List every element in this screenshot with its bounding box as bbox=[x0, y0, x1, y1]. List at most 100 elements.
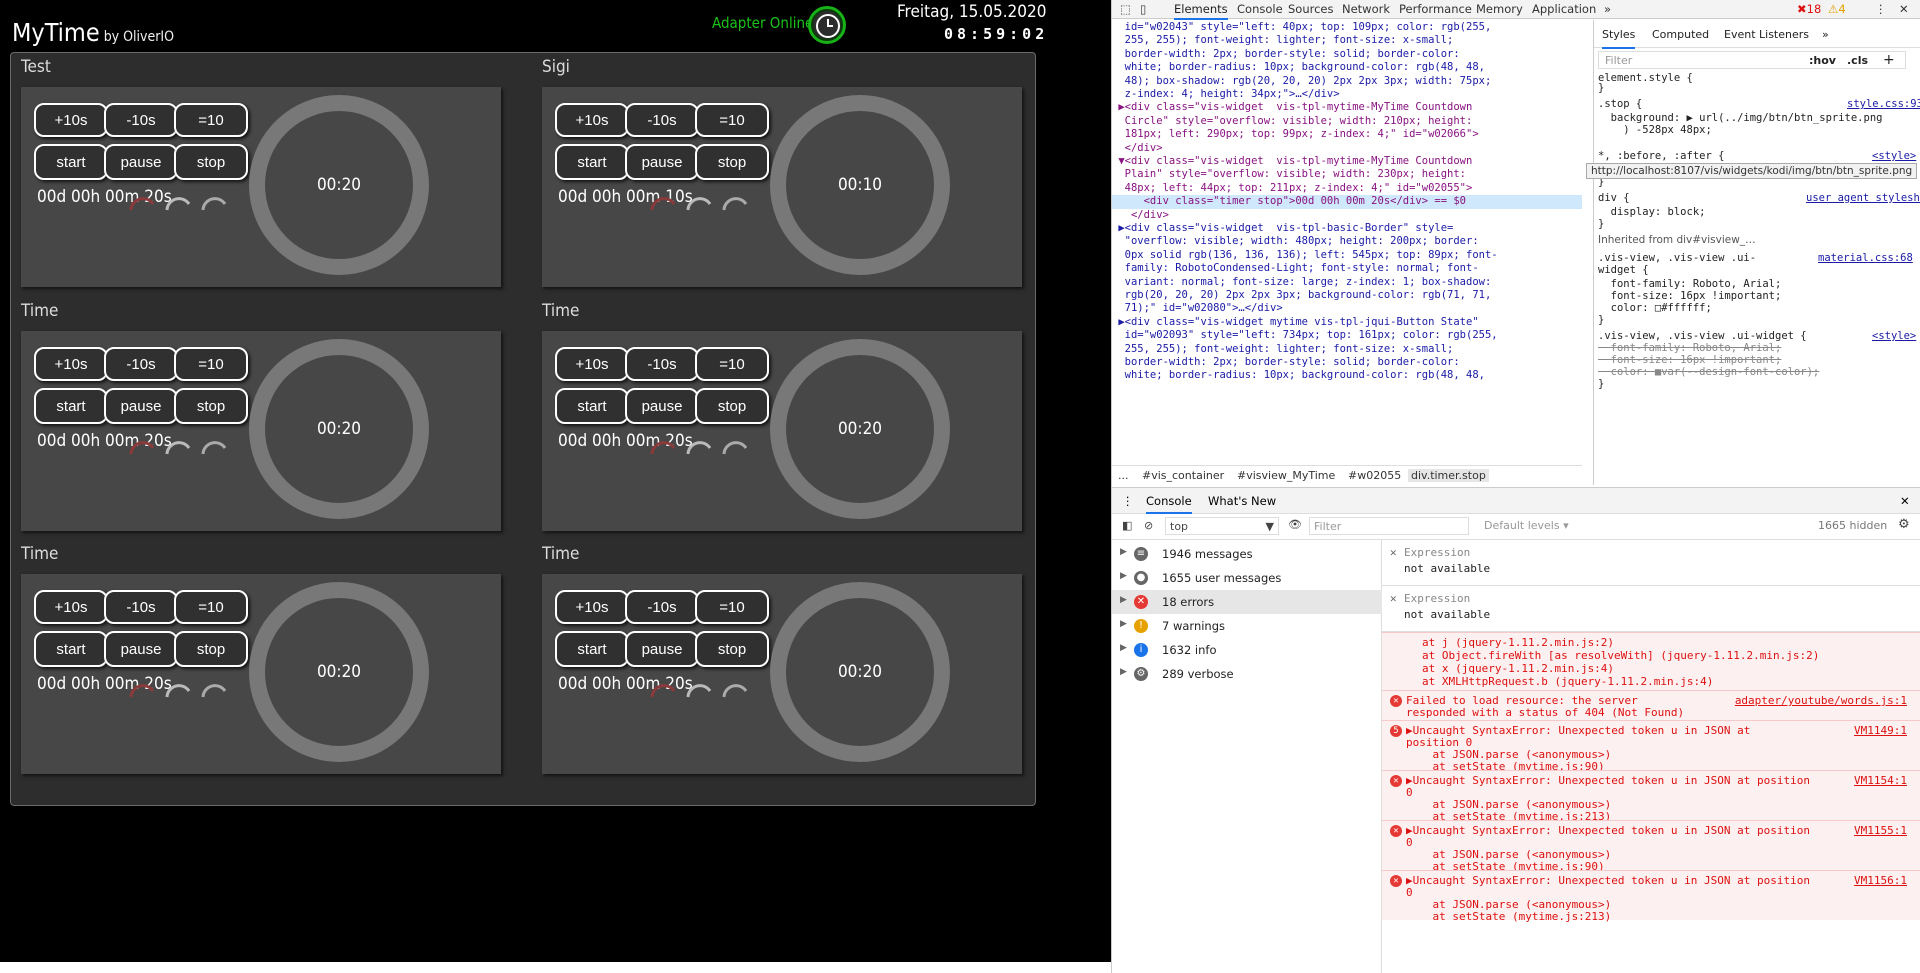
dom-node-line[interactable]: 71);" id="w02080">…</div> bbox=[1112, 302, 1582, 315]
device-toggle-icon[interactable]: ▯ bbox=[1140, 2, 1146, 16]
dom-node-line[interactable]: id="w02043" style="left: 40px; top: 109p… bbox=[1112, 21, 1582, 34]
dom-node-line[interactable]: "overflow: visible; width: 480px; height… bbox=[1112, 235, 1582, 248]
btn-plus10s[interactable]: +10s bbox=[555, 347, 629, 381]
dom-node-line[interactable]: variant: normal; font-size: large; z-ind… bbox=[1112, 276, 1582, 289]
btn-set10[interactable]: =10 bbox=[695, 103, 769, 137]
error-source-link[interactable]: VM1149:1 bbox=[1854, 724, 1907, 737]
eye-icon[interactable]: 👁 bbox=[1288, 518, 1302, 531]
btn-plus10s[interactable]: +10s bbox=[34, 347, 108, 381]
tab-performance[interactable]: Performance bbox=[1399, 2, 1472, 16]
error-source-link[interactable]: VM1154:1 bbox=[1854, 774, 1907, 787]
stop-button[interactable]: stop bbox=[174, 144, 248, 180]
clock-icon[interactable] bbox=[808, 6, 846, 44]
expand-arrow-icon[interactable]: ▶ bbox=[1120, 667, 1127, 677]
pause-button[interactable]: pause bbox=[104, 631, 178, 667]
btn-minus10s[interactable]: -10s bbox=[104, 590, 178, 624]
dom-node-line[interactable]: 0px solid rgb(136, 136, 136); left: 545p… bbox=[1112, 249, 1582, 262]
remove-expression-icon[interactable]: ✕ bbox=[1390, 546, 1397, 559]
stop-button[interactable]: stop bbox=[695, 388, 769, 424]
start-button[interactable]: start bbox=[34, 144, 108, 180]
breadcrumb-item-selected[interactable]: div.timer.stop bbox=[1408, 469, 1489, 482]
dom-node-line[interactable]: ▶<div class="vis-widget vis-tpl-basic-Bo… bbox=[1112, 222, 1582, 235]
tab-computed[interactable]: Computed bbox=[1652, 28, 1709, 41]
tab-sources[interactable]: Sources bbox=[1288, 2, 1334, 16]
breadcrumb-item[interactable]: ... bbox=[1118, 469, 1129, 482]
add-rule-icon[interactable]: + bbox=[1883, 52, 1895, 68]
console-filter-error[interactable]: ▶ ✕ 18 errors bbox=[1112, 590, 1382, 614]
dom-node-line[interactable]: </div> bbox=[1112, 209, 1582, 222]
style-source-link[interactable]: style.css:93 bbox=[1847, 98, 1920, 110]
breadcrumb-item[interactable]: #vis_container bbox=[1142, 469, 1224, 482]
stack-line[interactable]: at XMLHttpRequest.b (jquery-1.11.2.min.j… bbox=[1422, 675, 1713, 688]
style-source-link[interactable]: <style> bbox=[1872, 330, 1916, 342]
dom-node-line[interactable]: Plain" style="overflow: visible; width: … bbox=[1112, 168, 1582, 181]
drawer-menu-icon[interactable]: ⋮ bbox=[1122, 494, 1134, 508]
console-filter-info[interactable]: ▶ i 1632 info bbox=[1112, 638, 1382, 662]
cls-toggle[interactable]: .cls bbox=[1847, 54, 1868, 67]
btn-plus10s[interactable]: +10s bbox=[34, 103, 108, 137]
dom-node-line[interactable]: 255, 255); font-weight: lighter; font-si… bbox=[1112, 343, 1582, 356]
elements-tree[interactable]: id="w02043" style="left: 40px; top: 109p… bbox=[1112, 20, 1582, 465]
dom-node-line[interactable]: <div class="timer stop">00d 00h 00m 20s<… bbox=[1112, 195, 1582, 209]
expand-arrow-icon[interactable]: ▶ bbox=[1120, 571, 1127, 581]
error-source-link[interactable]: VM1156:1 bbox=[1854, 874, 1907, 887]
remove-expression-icon[interactable]: ✕ bbox=[1390, 592, 1397, 605]
console-filter-verbose[interactable]: ▶ ⚙ 289 verbose bbox=[1112, 662, 1382, 686]
dom-node-line[interactable]: rgb(20, 20, 20) 2px 2px 3px; background-… bbox=[1112, 289, 1582, 302]
dom-node-line[interactable]: 255, 255); font-weight: lighter; font-si… bbox=[1112, 34, 1582, 47]
btn-set10[interactable]: =10 bbox=[174, 590, 248, 624]
tab-elements[interactable]: Elements bbox=[1174, 2, 1228, 20]
dom-node-line[interactable]: z-index: 4; height: 34px;">…</div> bbox=[1112, 88, 1582, 101]
dom-node-line[interactable]: </div> bbox=[1112, 142, 1582, 155]
start-button[interactable]: start bbox=[34, 388, 108, 424]
inspect-icon[interactable]: ⬚ bbox=[1120, 2, 1131, 16]
tab-console-drawer[interactable]: Console bbox=[1146, 494, 1192, 514]
btn-plus10s[interactable]: +10s bbox=[555, 590, 629, 624]
btn-minus10s[interactable]: -10s bbox=[625, 590, 699, 624]
console-filter-warning[interactable]: ▶! 7 warnings bbox=[1112, 614, 1382, 638]
stack-line[interactable]: at x (jquery-1.11.2.min.js:4) bbox=[1422, 662, 1614, 675]
tab-application[interactable]: Application bbox=[1532, 2, 1596, 16]
stack-line[interactable]: at j (jquery-1.11.2.min.js:2) bbox=[1422, 636, 1614, 649]
dom-node-line[interactable]: id="w02093" style="left: 734px; top: 161… bbox=[1112, 329, 1582, 342]
btn-plus10s[interactable]: +10s bbox=[34, 590, 108, 624]
stack-line[interactable]: at Object.fireWith [as resolveWith] (jqu… bbox=[1422, 649, 1819, 662]
stop-button[interactable]: stop bbox=[174, 631, 248, 667]
pause-button[interactable]: pause bbox=[625, 144, 699, 180]
start-button[interactable]: start bbox=[555, 144, 629, 180]
dom-node-line[interactable]: ▶<div class="vis-widget vis-tpl-mytime-M… bbox=[1112, 101, 1582, 114]
console-error[interactable]: ✕ ▶Uncaught SyntaxError: Unexpected token… bbox=[1382, 770, 1920, 823]
warning-count-badge[interactable]: ⚠4 bbox=[1828, 2, 1846, 16]
pause-button[interactable]: pause bbox=[104, 144, 178, 180]
dom-node-line[interactable]: white; border-radius: 10px; background-c… bbox=[1112, 61, 1582, 74]
error-source-link[interactable]: VM1155:1 bbox=[1854, 824, 1907, 837]
pause-button[interactable]: pause bbox=[625, 631, 699, 667]
expand-arrow-icon[interactable]: ▶ bbox=[1120, 547, 1127, 557]
menu-icon[interactable]: ⋮ bbox=[1875, 2, 1887, 16]
pause-button[interactable]: pause bbox=[104, 388, 178, 424]
console-error[interactable]: ✕ Failed to load resource: the server resp… bbox=[1382, 690, 1920, 720]
style-source-link[interactable]: user agent stylesheet bbox=[1806, 192, 1920, 204]
error-source-link[interactable]: adapter/youtube/words.js:1 bbox=[1735, 694, 1907, 707]
breadcrumb-item[interactable]: #visview_MyTime bbox=[1237, 469, 1335, 482]
btn-set10[interactable]: =10 bbox=[695, 347, 769, 381]
styles-filter[interactable]: Filter :hov .cls + bbox=[1598, 51, 1906, 69]
pause-button[interactable]: pause bbox=[625, 388, 699, 424]
dom-node-line[interactable]: family: RobotoCondensed-Light; font-styl… bbox=[1112, 262, 1582, 275]
expand-arrow-icon[interactable]: ▶ bbox=[1120, 643, 1127, 653]
tab-event-listeners[interactable]: Event Listeners bbox=[1724, 28, 1809, 41]
dom-node-line[interactable]: border-width: 2px; border-style: solid; … bbox=[1112, 356, 1582, 369]
tab-whats-new[interactable]: What's New bbox=[1208, 494, 1276, 508]
stop-button[interactable]: stop bbox=[174, 388, 248, 424]
tab-styles-more[interactable]: » bbox=[1822, 28, 1829, 41]
start-button[interactable]: start bbox=[34, 631, 108, 667]
hov-toggle[interactable]: :hov bbox=[1809, 54, 1836, 67]
btn-set10[interactable]: =10 bbox=[174, 347, 248, 381]
dom-node-line[interactable]: Circle" style="overflow: visible; width:… bbox=[1112, 115, 1582, 128]
log-levels-select[interactable]: Default levels ▾ bbox=[1484, 519, 1569, 532]
stop-button[interactable]: stop bbox=[695, 631, 769, 667]
expand-arrow-icon[interactable]: ▶ bbox=[1120, 619, 1127, 629]
gear-icon[interactable]: ⚙ bbox=[1898, 517, 1910, 532]
tab-styles[interactable]: Styles bbox=[1602, 28, 1636, 49]
btn-set10[interactable]: =10 bbox=[174, 103, 248, 137]
